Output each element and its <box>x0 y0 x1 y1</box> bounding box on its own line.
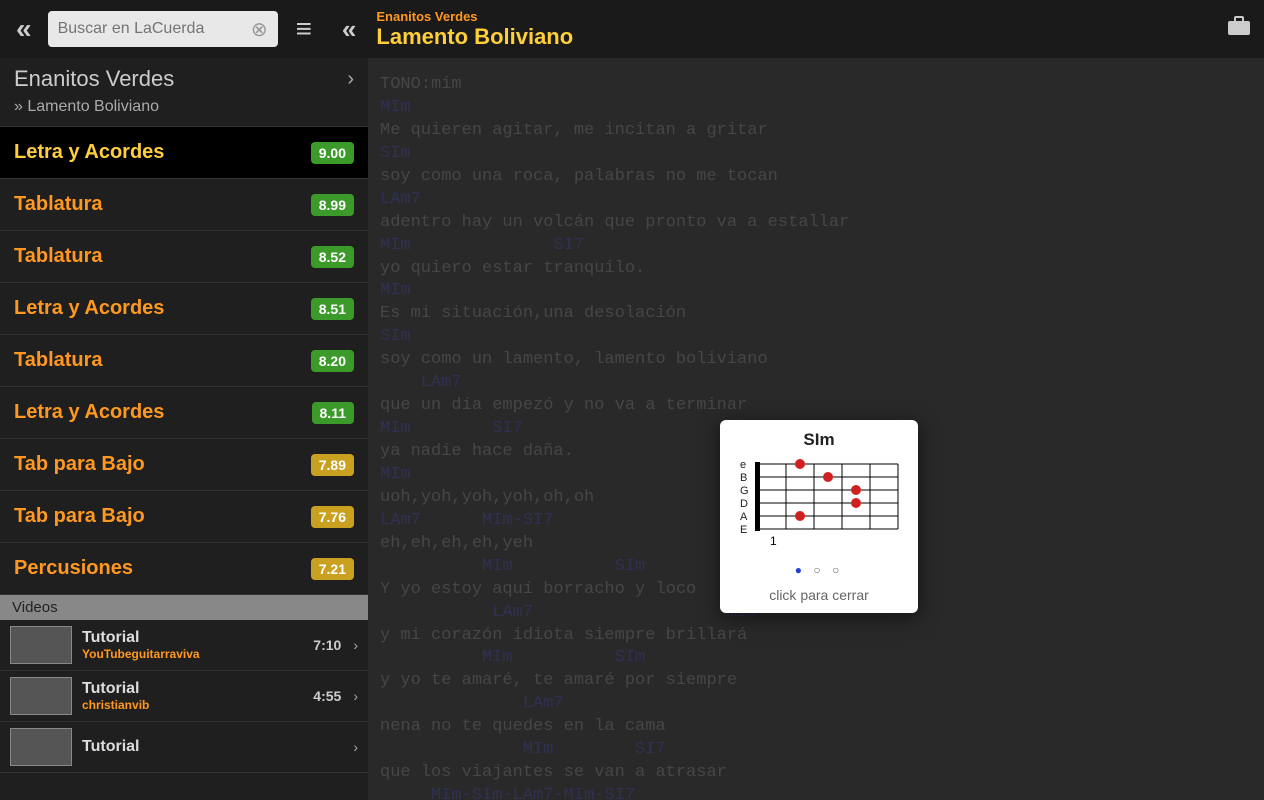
svg-text:1: 1 <box>770 534 777 548</box>
video-title: Tutorial <box>82 738 331 756</box>
tab-row[interactable]: Letra y Acordes 8.11 <box>0 387 368 439</box>
tab-label: Tablatura <box>14 245 103 268</box>
tab-row[interactable]: Letra y Acordes 8.51 <box>0 283 368 335</box>
video-row[interactable]: Tutorialchristianvib 4:55 › <box>0 671 368 722</box>
chord-pagination[interactable]: ● ○ ○ <box>732 563 906 577</box>
back-icon[interactable]: « <box>12 13 36 45</box>
chevron-right-icon: › <box>353 739 358 755</box>
rating-badge: 8.52 <box>311 246 354 268</box>
svg-text:e: e <box>740 459 746 471</box>
rating-badge: 8.20 <box>311 350 354 372</box>
chord-popup-name: SIm <box>732 430 906 450</box>
tab-row[interactable]: Letra y Acordes 9.00 <box>0 127 368 179</box>
briefcase-icon[interactable] <box>1226 15 1252 44</box>
tab-row[interactable]: Tablatura 8.52 <box>0 231 368 283</box>
header-song-title: Lamento Boliviano <box>376 24 573 50</box>
svg-text:A: A <box>740 511 748 523</box>
clear-icon[interactable]: ⊗ <box>251 17 268 42</box>
video-channel: YouTubeguitarraviva <box>82 647 303 661</box>
svg-text:B: B <box>740 472 747 484</box>
video-row[interactable]: Tutorial › <box>0 722 368 773</box>
video-thumbnail <box>10 728 72 766</box>
tab-label: Letra y Acordes <box>14 297 164 320</box>
header-artist: Enanitos Verdes <box>376 9 573 24</box>
sidebar: Enanitos Verdes › » Lamento Boliviano Le… <box>0 58 368 800</box>
tab-row[interactable]: Tab para Bajo 7.76 <box>0 491 368 543</box>
content-back-icon[interactable]: « <box>342 14 356 45</box>
video-row[interactable]: TutorialYouTubeguitarraviva 7:10 › <box>0 620 368 671</box>
videos-section-header: Videos <box>0 595 368 620</box>
tab-label: Tablatura <box>14 193 103 216</box>
chevron-right-icon: › <box>353 637 358 653</box>
rating-badge: 8.51 <box>311 298 354 320</box>
video-duration: 4:55 <box>313 688 341 704</box>
chord-diagram: eBGDAE 1 <box>734 458 904 548</box>
svg-text:E: E <box>740 524 747 536</box>
video-channel: christianvib <box>82 698 303 712</box>
rating-badge: 7.21 <box>311 558 354 580</box>
sidebar-artist-label: Enanitos Verdes <box>14 66 174 92</box>
tab-row[interactable]: Percusiones 7.21 <box>0 543 368 595</box>
rating-badge: 7.76 <box>311 506 354 528</box>
tab-row[interactable]: Tablatura 8.20 <box>0 335 368 387</box>
video-duration: 7:10 <box>313 637 341 653</box>
tab-label: Tab para Bajo <box>14 453 145 476</box>
header-bar: « ⊗ ≡ « Enanitos Verdes Lamento Bolivian… <box>0 0 1264 58</box>
rating-badge: 7.89 <box>311 454 354 476</box>
video-title: Tutorial <box>82 680 303 698</box>
svg-text:D: D <box>740 498 748 510</box>
tab-label: Tablatura <box>14 349 103 372</box>
video-title: Tutorial <box>82 629 303 647</box>
sidebar-song-label: » Lamento Boliviano <box>0 94 368 127</box>
tab-label: Letra y Acordes <box>14 141 164 164</box>
chord-close-text[interactable]: click para cerrar <box>732 587 906 603</box>
sidebar-artist-row[interactable]: Enanitos Verdes › <box>0 58 368 94</box>
rating-badge: 8.99 <box>311 194 354 216</box>
video-thumbnail <box>10 677 72 715</box>
chevron-right-icon: › <box>347 68 354 91</box>
rating-badge: 9.00 <box>311 142 354 164</box>
tab-label: Letra y Acordes <box>14 401 164 424</box>
chord-popup[interactable]: SIm eBGDAE 1 ● ○ ○ click para cerrar <box>720 420 918 613</box>
tab-row[interactable]: Tab para Bajo 7.89 <box>0 439 368 491</box>
tab-label: Percusiones <box>14 557 133 580</box>
chevron-right-icon: › <box>353 688 358 704</box>
tab-label: Tab para Bajo <box>14 505 145 528</box>
video-thumbnail <box>10 626 72 664</box>
search-box[interactable]: ⊗ <box>48 11 278 47</box>
svg-text:G: G <box>740 485 749 497</box>
menu-icon[interactable]: ≡ <box>290 13 318 45</box>
title-block: Enanitos Verdes Lamento Boliviano <box>376 9 573 50</box>
search-input[interactable] <box>58 20 251 38</box>
tab-row[interactable]: Tablatura 8.99 <box>0 179 368 231</box>
rating-badge: 8.11 <box>312 402 354 424</box>
